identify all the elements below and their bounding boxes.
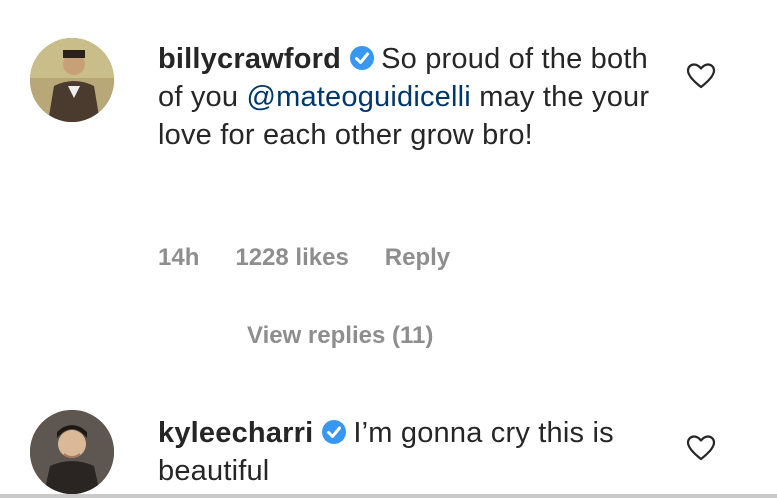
like-heart-icon[interactable] bbox=[686, 434, 716, 462]
comment-username[interactable]: billycrawford bbox=[158, 43, 341, 75]
comment-item: kyleecharri I’m gonna cry this is beautif… bbox=[0, 400, 777, 498]
comment-username[interactable]: kyleecharri bbox=[158, 417, 313, 449]
comment-time[interactable]: 14h bbox=[158, 244, 199, 271]
reply-button[interactable]: Reply bbox=[385, 244, 450, 271]
divider bbox=[0, 494, 777, 498]
verified-badge-icon bbox=[321, 419, 347, 445]
view-replies-button[interactable]: View replies (11) bbox=[247, 322, 433, 350]
avatar[interactable] bbox=[30, 38, 114, 122]
like-heart-icon[interactable] bbox=[686, 62, 716, 90]
avatar[interactable] bbox=[30, 410, 114, 494]
verified-badge-icon bbox=[349, 45, 375, 71]
comment-meta: 14h 1228 likes Reply bbox=[158, 244, 486, 272]
comment-text: kyleecharri I’m gonna cry this is beautif… bbox=[158, 414, 678, 490]
like-count[interactable]: 1228 likes bbox=[235, 244, 348, 271]
mention-link[interactable]: @mateoguidicelli bbox=[246, 81, 470, 113]
comment-item: billycrawford So proud of the both of you… bbox=[0, 0, 777, 400]
comment-text: billycrawford So proud of the both of you… bbox=[158, 40, 678, 154]
